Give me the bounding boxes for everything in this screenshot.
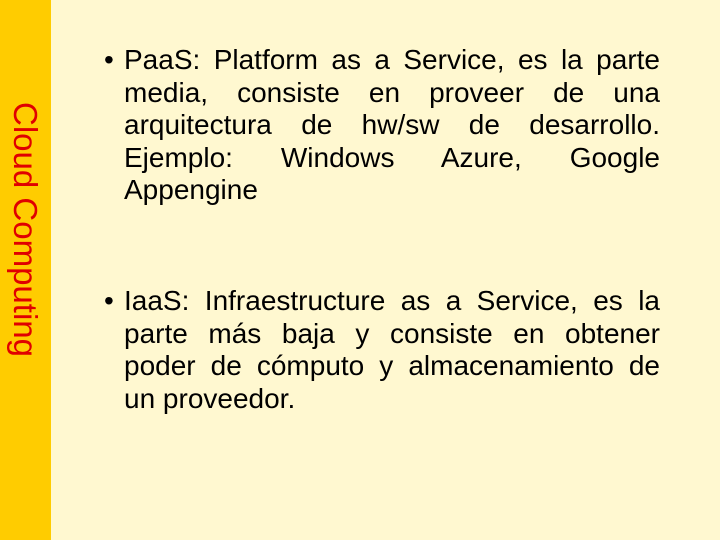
bullet-paas: • PaaS: Platform as a Service, es la par… (104, 44, 660, 207)
slide-content: • PaaS: Platform as a Service, es la par… (0, 0, 720, 540)
bullet-text: PaaS: Platform as a Service, es la parte… (124, 44, 660, 205)
bullet-marker-icon: • (104, 285, 114, 316)
bullet-marker-icon: • (104, 44, 114, 75)
bullet-iaas: • IaaS: Infraestructure as a Service, es… (104, 285, 660, 415)
bullet-text: IaaS: Infraestructure as a Service, es l… (124, 285, 660, 414)
